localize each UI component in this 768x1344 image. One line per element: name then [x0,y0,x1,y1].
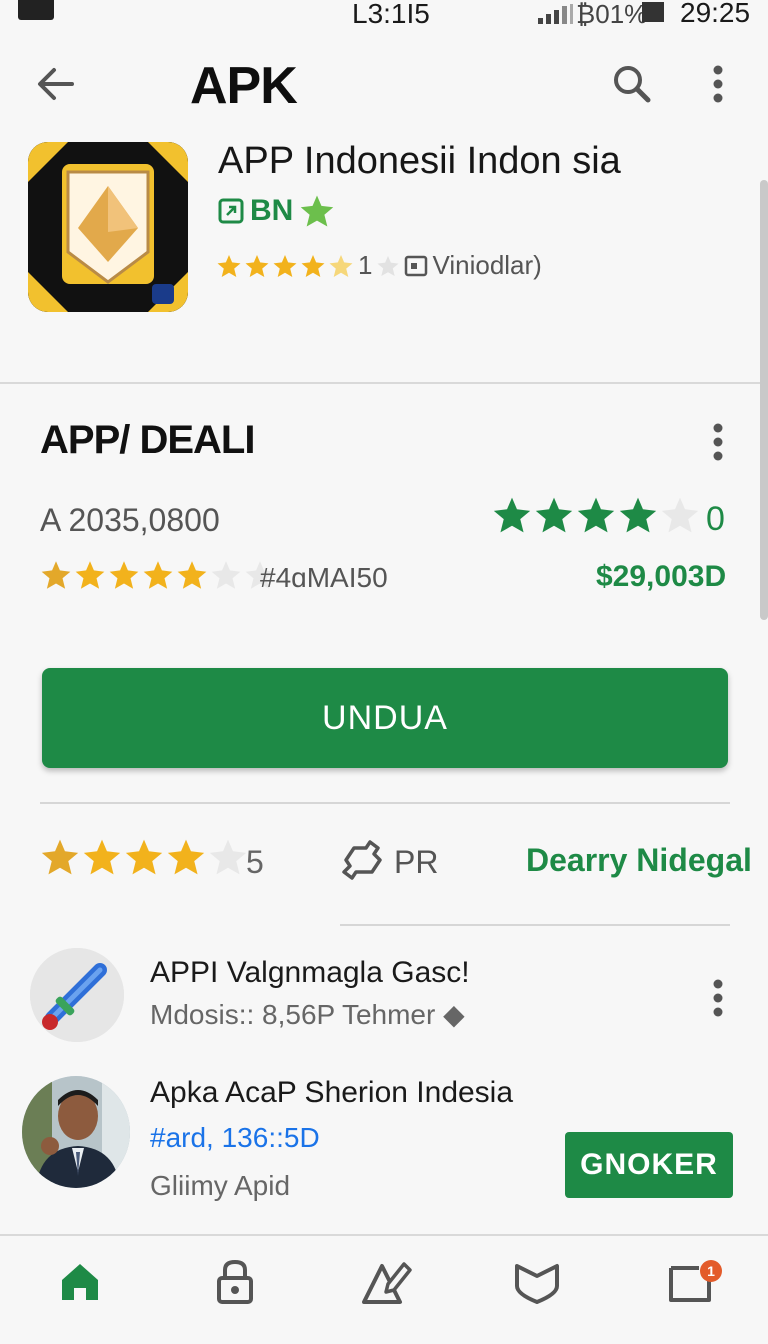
rating-stars [40,838,248,876]
list-item-more-button[interactable] [700,976,736,1020]
price-label: $29,003D [596,560,727,593]
search-button[interactable] [606,58,658,110]
star-icon [301,195,334,227]
star-half-icon [329,254,353,277]
download-button[interactable]: UNDUA [42,668,728,768]
star-icon [619,497,657,533]
person-photo [22,1076,130,1188]
list-item-developer: Gliimy Apid [150,1170,291,1201]
lock-icon [217,1259,253,1304]
battery-text: ₿01% [576,0,648,29]
tag-label: #4ɑMAI50 [260,562,388,593]
nav-lock[interactable] [207,1254,263,1310]
star-icon [177,561,207,589]
star-icon [493,497,531,533]
list-item-subtitle[interactable]: #ard, 136::5D [150,1122,320,1154]
star-icon [245,254,269,277]
green-rating-stars [492,496,700,534]
divider [40,802,730,804]
star-icon [577,497,615,533]
battery-icon [642,2,664,22]
star-empty-icon [377,255,399,276]
app-icon[interactable] [28,142,188,312]
list-item-avatar[interactable] [22,1076,130,1188]
more-options-button[interactable] [700,58,736,110]
star-icon [75,561,105,589]
status-clock: 29:25 [680,0,751,28]
star-empty-icon [661,497,699,533]
search-icon [614,66,651,103]
star-icon [143,561,173,589]
rating-count: 1 [358,250,373,280]
nav-home[interactable] [52,1254,108,1310]
shield-icon [515,1264,559,1304]
section-more-button[interactable] [700,420,736,464]
more-vert-icon [713,423,723,461]
list-item-subtitle: Mdosis:: 8,56P Tehmer ◆ [150,999,465,1030]
star-empty-icon [211,561,241,589]
star-icon [83,839,121,875]
rating-value: 5 [246,844,264,880]
app-rating-row: 1 Viniodlar) [216,250,542,281]
pr-label: PR [394,844,439,880]
notification-badge: 1 [700,1260,722,1282]
list-item-title[interactable]: APPI Valgnmagla Gasc! [150,956,470,990]
star-icon [109,561,139,589]
star-icon [167,839,205,875]
page-title: APK [190,57,298,115]
nav-shield[interactable] [509,1254,565,1310]
scrollbar[interactable] [760,180,768,620]
list-item-action-button[interactable]: GNOKER [565,1132,733,1198]
puzzle-icon [342,840,382,880]
list-item-avatar[interactable] [30,948,124,1042]
star-icon [535,497,573,533]
more-vert-icon [713,65,723,103]
green-rating-count: 0 [706,500,725,538]
gold-rating-stars [40,560,276,590]
back-button[interactable] [30,58,82,110]
download-box-icon [405,255,428,276]
arrow-left-icon [38,68,74,100]
signal-icon [538,4,573,24]
developer-badge-icon [218,198,244,224]
list-item-title[interactable]: Apka AcaP Sherion Indesia [150,1076,513,1110]
developer-link[interactable]: Dearry Nidegal [526,842,752,879]
status-bar: L3:1I5 ₿01% 29:25 [0,0,768,34]
star-icon [273,254,297,277]
notification-icon [18,0,54,20]
star-icon [41,561,71,589]
home-icon [62,1264,98,1300]
version-text: A 2035,0800 [40,502,220,538]
sword-icon [30,948,124,1042]
downloads-label: Viniodlar) [432,250,542,280]
divider [0,382,768,384]
divider [340,924,730,926]
star-empty-icon [209,839,247,875]
status-center-text: L3:1I5 [352,0,430,29]
app-name: APP Indonesii Indon sia [218,140,621,182]
edit-triangle-icon [362,1262,412,1304]
rating-stars [216,254,354,278]
star-icon [301,254,325,277]
developer-label: BN [250,194,294,227]
developer-row[interactable]: BN [218,194,335,228]
star-icon [217,254,241,277]
nav-edit[interactable] [358,1254,414,1310]
app-logo-icon [28,142,188,312]
more-vert-icon [713,979,723,1017]
section-title: APP/ DEALI [40,418,255,462]
star-icon [125,839,163,875]
star-icon [41,839,79,875]
